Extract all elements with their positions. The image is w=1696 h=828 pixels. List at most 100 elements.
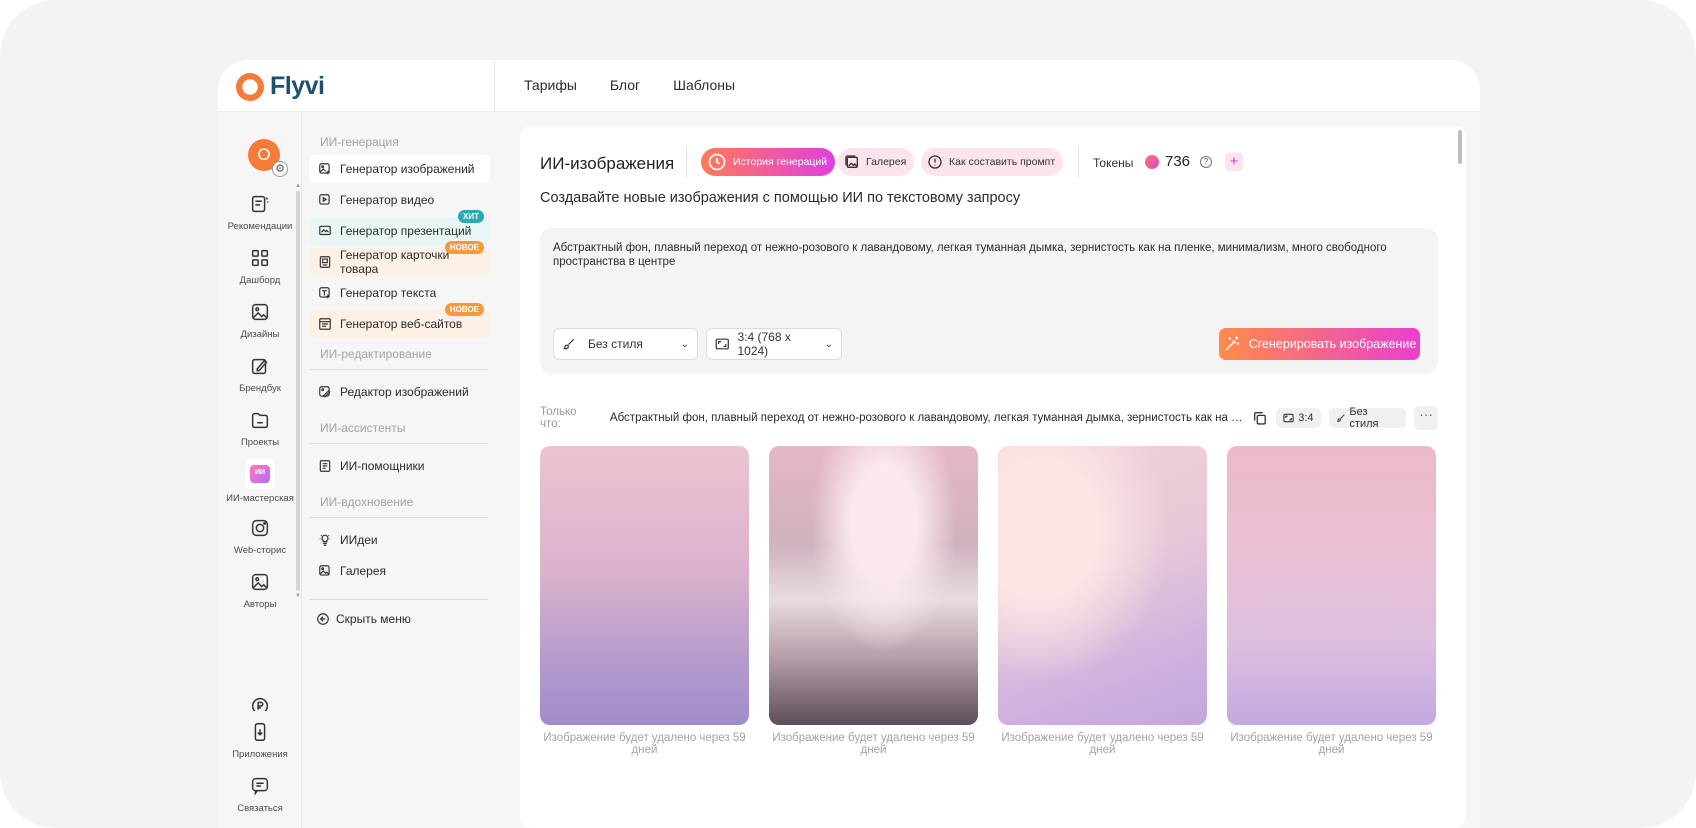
top-header: Flyvi Тарифы Блог Шаблоны bbox=[218, 60, 1480, 112]
rail-item-web-stories[interactable]: Web-сторис bbox=[218, 517, 302, 556]
prompt-input[interactable]: Абстрактный фон, плавный переход от нежн… bbox=[553, 241, 1413, 269]
ratio-select-value: 3:4 (768 x 1024) bbox=[737, 330, 791, 358]
rail-item-contact[interactable]: Связаться bbox=[218, 775, 302, 814]
panel-scrollbar[interactable] bbox=[1458, 130, 1462, 164]
generate-button-label: Сгенерировать изображение bbox=[1248, 337, 1417, 351]
ratio-select[interactable]: 3:4 (768 x 1024) ⌄ bbox=[706, 328, 842, 360]
folder-icon bbox=[251, 412, 269, 429]
menu-website-generator[interactable]: Генератор веб-сайтов НОВОЕ bbox=[309, 303, 490, 338]
style-select-value: Без стиля bbox=[588, 337, 643, 351]
product-card-icon bbox=[319, 256, 331, 268]
ai-submenu: ИИ-генерация Генератор изображений Генер… bbox=[304, 113, 494, 828]
prompt-guide-chip[interactable]: Как составить промпт bbox=[921, 148, 1064, 176]
text-generator-icon bbox=[319, 287, 330, 299]
style-select[interactable]: Без стиля ⌄ bbox=[553, 328, 698, 360]
generated-image-4[interactable] bbox=[1227, 446, 1436, 725]
brush-icon bbox=[563, 338, 575, 350]
brandbook-icon bbox=[251, 358, 268, 375]
result-prompt: Абстрактный фон, плавный переход от нежн… bbox=[609, 412, 1244, 424]
generated-image-3[interactable] bbox=[998, 446, 1207, 725]
menu-label: Генератор веб-сайтов bbox=[340, 317, 463, 331]
menu-label: Генератор изображений bbox=[340, 162, 475, 176]
logo-mark-icon bbox=[236, 72, 264, 101]
menu-gallery[interactable]: Галерея bbox=[309, 557, 490, 585]
generated-image-1[interactable] bbox=[540, 446, 749, 725]
badge-hit: ХИТ bbox=[458, 210, 484, 223]
rail-label: ИИ-мастерская bbox=[226, 493, 294, 504]
style-tag-label: Без стиля bbox=[1349, 406, 1379, 430]
style-tag: Без стиля bbox=[1328, 406, 1407, 430]
logo[interactable]: Flyvi bbox=[236, 72, 325, 101]
app-window: Flyvi Тарифы Блог Шаблоны О ⚙ ▲ ▼ Рекоме… bbox=[218, 60, 1480, 828]
screen-background: Flyvi Тарифы Блог Шаблоны О ⚙ ▲ ▼ Рекоме… bbox=[0, 0, 1696, 828]
hide-menu-button[interactable]: Скрыть меню bbox=[309, 605, 490, 633]
history-chip[interactable]: История генераций bbox=[701, 148, 836, 176]
rail-item-apps[interactable]: Приложения bbox=[218, 721, 302, 760]
main-panel: ИИ-изображения История генераций Галерея… bbox=[520, 126, 1466, 828]
ratio-tag-label: 3:4 bbox=[1298, 412, 1314, 424]
rail-item-designs[interactable]: Дизайны bbox=[218, 301, 302, 340]
info-icon bbox=[928, 155, 942, 169]
rail-label: Web-сторис bbox=[233, 545, 287, 556]
menu-label: Генератор текста bbox=[340, 286, 437, 300]
rail-label: Приложения bbox=[232, 749, 288, 760]
title-divider bbox=[686, 148, 687, 178]
generate-image-button[interactable]: Сгенерировать изображение bbox=[1219, 328, 1420, 360]
rail-item-recommendations[interactable]: Рекомендации bbox=[218, 193, 302, 232]
nav-pricing[interactable]: Тарифы bbox=[524, 77, 577, 93]
rail-item-projects[interactable]: Проекты bbox=[218, 409, 302, 448]
avatar-gear-icon[interactable]: ⚙ bbox=[272, 161, 288, 177]
rail-item-ai-studio[interactable]: ИИ ИИ-мастерская bbox=[218, 459, 302, 504]
menu-label: Редактор изображений bbox=[340, 385, 469, 399]
rail-label: Авторы bbox=[243, 599, 277, 610]
chip-label: Галерея bbox=[866, 156, 907, 168]
rail-scroll-up-icon[interactable]: ▲ bbox=[295, 183, 301, 189]
top-nav: Тарифы Блог Шаблоны bbox=[524, 77, 735, 93]
gallery-icon bbox=[845, 155, 858, 168]
apps-icon bbox=[254, 723, 266, 741]
aspect-ratio-icon bbox=[1283, 413, 1294, 423]
rail-label: Дизайны bbox=[240, 329, 280, 340]
expire-note: Изображение будет удалено через 59 дней bbox=[543, 732, 746, 756]
help-icon[interactable]: ? bbox=[1200, 156, 1212, 168]
menu-ideas[interactable]: ИИдеи bbox=[309, 526, 490, 554]
section-divider bbox=[310, 369, 488, 370]
expire-note: Изображение будет удалено через 59 дней bbox=[1230, 732, 1433, 756]
copy-icon[interactable] bbox=[1252, 410, 1268, 426]
result-header: Только что: Абстрактный фон, плавный пер… bbox=[540, 406, 1438, 430]
chip-label: История генераций bbox=[733, 156, 828, 168]
section-divider bbox=[310, 517, 488, 518]
tokens-divider bbox=[1078, 148, 1079, 178]
presentation-generator-icon bbox=[319, 225, 331, 236]
more-options-button[interactable]: ··· bbox=[1414, 406, 1438, 430]
icon-rail: О ⚙ ▲ ▼ Рекомендации Дашборд Дизайны Бре… bbox=[218, 113, 302, 828]
rail-label: Проекты bbox=[240, 437, 280, 448]
menu-image-editor[interactable]: Редактор изображений bbox=[309, 378, 490, 406]
nav-templates[interactable]: Шаблоны bbox=[673, 77, 735, 93]
section-divider bbox=[310, 599, 488, 600]
prompt-box[interactable]: Абстрактный фон, плавный переход от нежн… bbox=[540, 228, 1438, 374]
chevron-down-icon: ⌄ bbox=[680, 338, 689, 350]
gallery-chip[interactable]: Галерея bbox=[838, 148, 915, 176]
ai-studio-badge: ИИ bbox=[254, 469, 266, 476]
rail-item-dashboard[interactable]: Дашборд bbox=[218, 247, 302, 286]
dashboard-icon bbox=[251, 249, 269, 267]
designs-icon bbox=[251, 303, 269, 321]
rail-item-brandbook[interactable]: Брендбук bbox=[218, 355, 302, 394]
recommendations-icon bbox=[251, 195, 269, 213]
tokens-label: Токены bbox=[1093, 156, 1134, 170]
authors-icon bbox=[251, 573, 269, 591]
menu-ai-assistants[interactable]: ИИ-помощники bbox=[309, 452, 490, 480]
magic-wand-icon bbox=[1225, 336, 1239, 351]
menu-image-generator[interactable]: Генератор изображений bbox=[309, 155, 490, 183]
rail-item-authors[interactable]: Авторы bbox=[218, 571, 302, 610]
add-tokens-button[interactable]: + bbox=[1225, 153, 1243, 171]
assistants-icon bbox=[319, 460, 331, 472]
nav-blog[interactable]: Блог bbox=[610, 77, 640, 93]
ai-studio-icon: ИИ bbox=[245, 459, 275, 489]
stories-icon bbox=[251, 519, 269, 537]
menu-product-card-generator[interactable]: Генератор карточки товара НОВОЕ bbox=[309, 241, 490, 276]
rail-label: Брендбук bbox=[239, 383, 281, 394]
generated-image-2[interactable] bbox=[769, 446, 978, 725]
video-generator-icon bbox=[319, 194, 330, 205]
